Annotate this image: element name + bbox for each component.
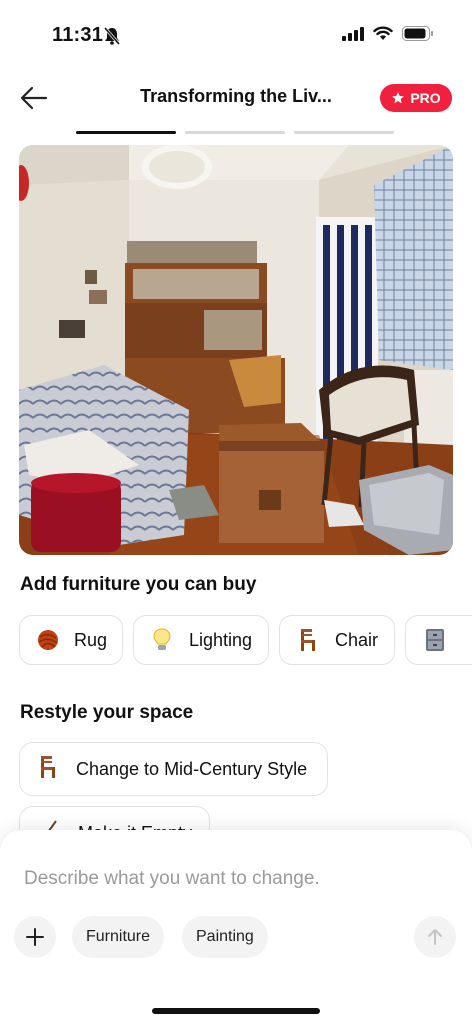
pro-label: PRO <box>410 90 441 106</box>
send-button[interactable] <box>414 916 456 958</box>
file-cabinet-icon <box>422 627 448 653</box>
bell-off-icon <box>102 26 122 46</box>
yarn-ball-icon <box>36 627 60 653</box>
chip-rug[interactable]: Rug <box>19 615 123 665</box>
chip-label: Lighting <box>188 629 252 650</box>
plus-icon <box>26 928 44 946</box>
chair-icon <box>296 627 321 653</box>
restyle-section-title: Restyle your space <box>20 702 194 723</box>
status-time: 11:31 <box>52 24 104 46</box>
prompt-input[interactable]: Describe what you want to change. <box>24 868 320 890</box>
prompt-composer: Describe what you want to change. Furnit… <box>0 830 472 1024</box>
progress-step-3 <box>294 131 394 134</box>
wifi-icon <box>373 26 393 46</box>
status-bar: 11:31 <box>0 0 472 70</box>
chip-chair[interactable]: Chair <box>279 615 395 665</box>
tag-painting-button[interactable]: Painting <box>182 916 268 958</box>
pro-badge[interactable]: PRO <box>380 84 452 112</box>
furniture-chip-row[interactable]: Rug Lighting Chair <box>19 615 472 665</box>
battery-icon <box>402 26 434 46</box>
chip-lighting[interactable]: Lighting <box>133 615 269 665</box>
tag-furniture-button[interactable]: Furniture <box>72 916 165 958</box>
restyle-option-label: Change to Mid-Century Style <box>76 758 308 779</box>
progress-step-2 <box>185 131 285 134</box>
star-icon <box>392 92 405 104</box>
progress-indicator <box>76 131 394 134</box>
home-indicator <box>152 1008 320 1014</box>
chip-label: Rug <box>74 629 108 650</box>
composer-actions: Furniture Painting <box>14 916 458 958</box>
add-button[interactable] <box>14 916 56 958</box>
restyle-option-mid-century[interactable]: Change to Mid-Century Style <box>19 742 328 796</box>
furniture-section-title: Add furniture you can buy <box>20 574 257 595</box>
chip-cabinet[interactable] <box>405 615 472 665</box>
arrow-up-icon <box>428 929 442 945</box>
chip-label: Chair <box>334 629 378 650</box>
progress-step-1 <box>76 131 176 134</box>
signal-icon <box>342 26 364 46</box>
status-icons <box>342 26 434 46</box>
light-bulb-icon <box>150 627 175 653</box>
page-title: Transforming the Liv... <box>140 86 332 106</box>
chair-icon <box>38 755 58 784</box>
room-photo[interactable] <box>19 145 453 555</box>
header: Transforming the Liv... PRO <box>0 76 472 120</box>
arrow-left-icon <box>20 86 48 110</box>
back-button[interactable] <box>16 80 52 116</box>
